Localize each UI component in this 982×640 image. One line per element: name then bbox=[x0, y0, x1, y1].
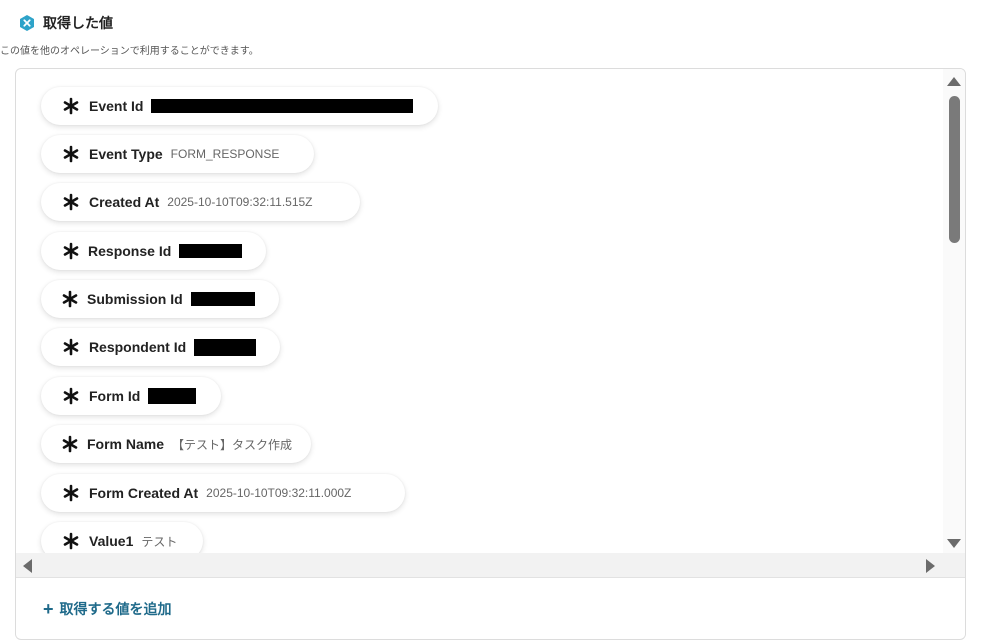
redacted-value bbox=[194, 338, 256, 356]
redacted-value bbox=[190, 292, 255, 306]
value-chip-event-type[interactable]: Event Type FORM_RESPONSE bbox=[41, 135, 314, 173]
plus-icon: + bbox=[43, 599, 54, 619]
chip-value: テスト bbox=[141, 534, 178, 549]
chip-label: Event Type bbox=[89, 146, 163, 162]
chip-label: Response Id bbox=[88, 243, 172, 259]
chip-label: Form Created At bbox=[89, 485, 199, 501]
section-title: 取得した値 bbox=[43, 15, 113, 31]
divider bbox=[16, 577, 965, 578]
values-panel: Event Id Event Type FORM_RESPONSE Create… bbox=[15, 68, 966, 640]
scroll-left-arrow-icon[interactable] bbox=[23, 559, 32, 573]
vertical-scroll-thumb[interactable] bbox=[949, 96, 960, 243]
hexagon-x-icon bbox=[18, 14, 36, 32]
redacted-value bbox=[179, 244, 242, 258]
chip-label: Respondent Id bbox=[88, 339, 187, 355]
asterisk-icon bbox=[61, 531, 81, 551]
redacted-value bbox=[151, 99, 414, 113]
asterisk-icon bbox=[61, 192, 81, 212]
chip-value: FORM_RESPONSE bbox=[170, 147, 280, 161]
redacted-value bbox=[148, 388, 197, 404]
asterisk-icon bbox=[61, 241, 80, 261]
add-value-button[interactable]: + 取得する値を追加 bbox=[43, 599, 172, 619]
asterisk-icon bbox=[61, 96, 81, 116]
chip-value: 2025-10-10T09:32:11.000Z bbox=[206, 486, 352, 500]
asterisk-icon bbox=[61, 144, 81, 164]
chip-label: Submission Id bbox=[87, 291, 183, 307]
chip-value: 【テスト】タスク作成 bbox=[172, 437, 293, 452]
horizontal-scrollbar[interactable] bbox=[16, 553, 965, 577]
values-list: Event Id Event Type FORM_RESPONSE Create… bbox=[16, 69, 942, 553]
value-chip-value1[interactable]: Value1 テスト bbox=[41, 522, 203, 553]
value-chip-respondent-id[interactable]: Respondent Id bbox=[41, 328, 280, 366]
value-chip-event-id[interactable]: Event Id bbox=[41, 87, 438, 125]
asterisk-icon bbox=[61, 483, 81, 503]
value-chip-form-name[interactable]: Form Name 【テスト】タスク作成 bbox=[41, 425, 311, 463]
asterisk-icon bbox=[61, 434, 79, 454]
value-chip-form-created-at[interactable]: Form Created At 2025-10-10T09:32:11.000Z bbox=[41, 474, 405, 512]
scroll-right-arrow-icon[interactable] bbox=[926, 559, 935, 573]
value-chip-submission-id[interactable]: Submission Id bbox=[41, 280, 279, 318]
chip-value: 2025-10-10T09:32:11.515Z bbox=[167, 195, 313, 209]
section-subtitle: この値を他のオペレーションで利用することができます。 bbox=[0, 46, 259, 57]
section-header: 取得した値 bbox=[18, 13, 113, 33]
chip-label: Value1 bbox=[89, 533, 134, 549]
value-chip-created-at[interactable]: Created At 2025-10-10T09:32:11.515Z bbox=[41, 183, 360, 221]
chip-label: Form Id bbox=[89, 388, 141, 404]
asterisk-icon bbox=[61, 289, 79, 309]
scroll-down-arrow-icon[interactable] bbox=[947, 539, 961, 548]
chip-label: Form Name bbox=[87, 436, 165, 452]
value-chip-form-id[interactable]: Form Id bbox=[41, 377, 221, 415]
asterisk-icon bbox=[61, 386, 81, 406]
asterisk-icon bbox=[61, 337, 81, 357]
vertical-scrollbar[interactable] bbox=[943, 69, 965, 553]
scroll-up-arrow-icon[interactable] bbox=[947, 77, 961, 86]
chip-label: Event Id bbox=[89, 98, 144, 114]
chip-label: Created At bbox=[89, 194, 160, 210]
add-value-label: 取得する値を追加 bbox=[59, 601, 172, 617]
value-chip-response-id[interactable]: Response Id bbox=[41, 232, 266, 270]
